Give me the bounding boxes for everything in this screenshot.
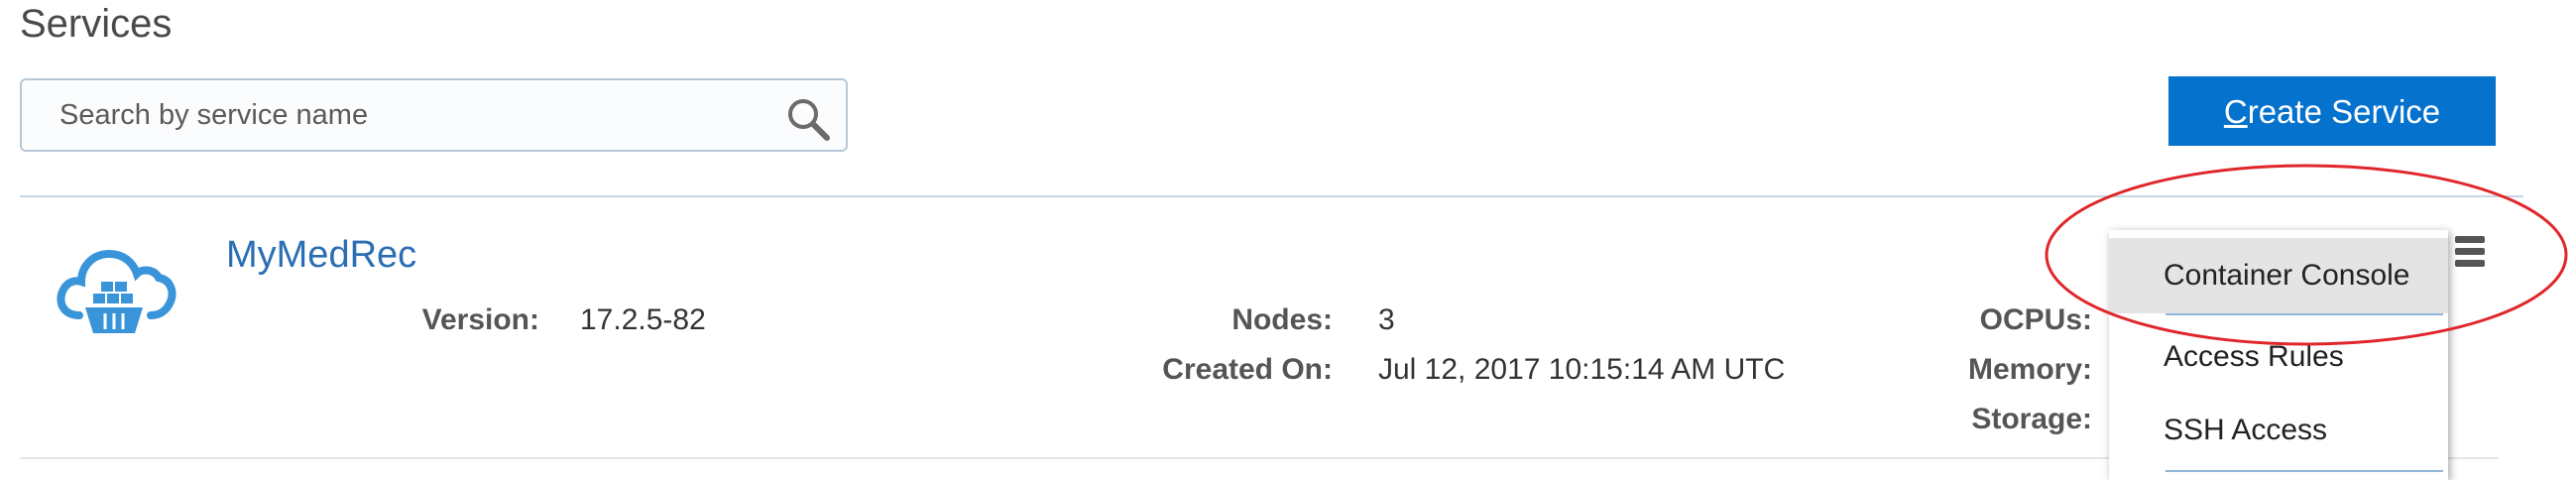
created-on-value: Jul 12, 2017 10:15:14 AM UTC [1378,353,1786,386]
version-label: Version: [421,303,539,336]
create-service-accel: C [2223,93,2248,130]
page-title: Services [20,2,173,46]
create-service-button[interactable]: Create Service [2168,76,2496,146]
menu-item-container-console[interactable]: Container Console [2109,238,2448,313]
cloud-container-icon [57,249,176,333]
memory-label: Memory: [1967,353,2092,386]
created-on-label: Created On: [1162,353,1333,386]
menu-separator [2166,470,2443,472]
ocpus-label: OCPUs: [1979,303,2092,336]
hamburger-menu-icon[interactable] [2451,234,2489,276]
menu-item-ssh-access[interactable]: SSH Access [2109,393,2448,468]
menu-item-access-rules[interactable]: Access Rules [2109,319,2448,395]
search-box[interactable] [20,78,848,152]
storage-label: Storage: [1971,403,2092,435]
create-service-label: reate Service [2247,93,2441,130]
search-icon[interactable] [783,94,835,146]
menu-separator [2166,313,2443,315]
service-actions-menu: Container Console Access Rules SSH Acces… [2109,230,2448,480]
service-name-link[interactable]: MyMedRec [226,234,416,277]
nodes-value: 3 [1378,303,1395,336]
search-input[interactable] [59,94,773,136]
divider [20,195,2523,197]
version-value: 17.2.5-82 [580,303,706,336]
nodes-label: Nodes: [1231,303,1333,336]
